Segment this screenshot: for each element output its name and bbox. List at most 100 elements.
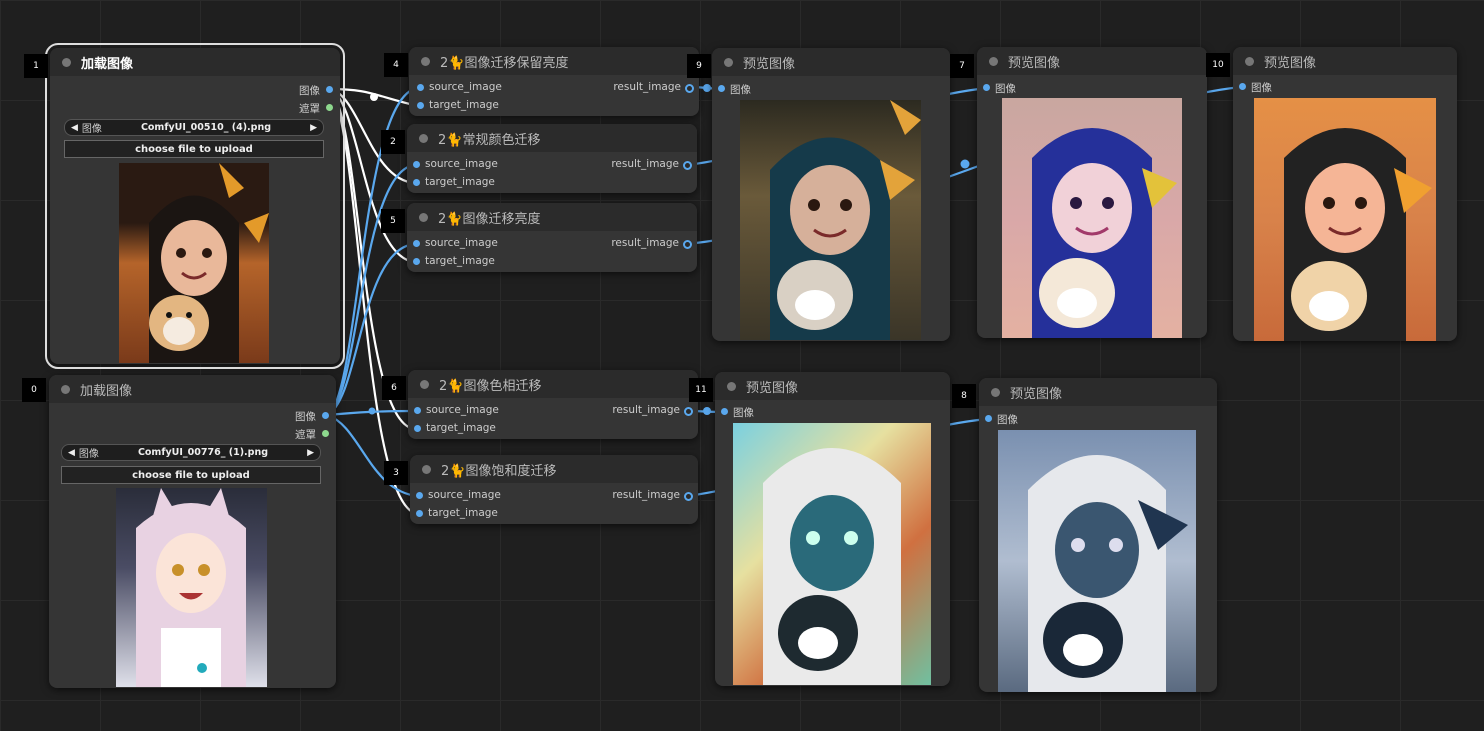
- slot-dot-icon[interactable]: [322, 430, 329, 437]
- output-mask[interactable]: 遮罩: [299, 101, 333, 116]
- girl-dog-image: [149, 163, 269, 363]
- input-source-image[interactable]: source_image: [414, 404, 499, 416]
- transfer-node-4[interactable]: 2🐈图像迁移保留亮度 source_image target_image res…: [409, 47, 699, 116]
- output-mask[interactable]: 遮罩: [295, 427, 329, 442]
- node-title[interactable]: 2🐈图像色相迁移: [408, 370, 698, 398]
- right-arrow-icon[interactable]: ▶: [307, 448, 314, 458]
- slot-dot-icon[interactable]: [322, 412, 329, 419]
- transfer-node-6[interactable]: 2🐈图像色相迁移 source_image target_image resul…: [408, 370, 698, 439]
- slot-dot-icon[interactable]: [414, 407, 421, 414]
- slot-dot-icon[interactable]: [684, 407, 693, 416]
- node-title-text: 预览图像: [1010, 386, 1063, 402]
- collapse-dot-icon[interactable]: [419, 133, 428, 143]
- node-title[interactable]: 2🐈图像迁移保留亮度: [409, 47, 699, 75]
- input-image[interactable]: 图像: [983, 81, 1016, 96]
- node-title[interactable]: 2🐈常规颜色迁移: [407, 124, 697, 152]
- collapse-dot-icon[interactable]: [989, 56, 998, 66]
- collapse-dot-icon[interactable]: [724, 57, 733, 67]
- slot-dot-icon[interactable]: [683, 240, 692, 249]
- catgirl-image: [136, 488, 246, 687]
- output-result-image[interactable]: result_image: [613, 81, 694, 93]
- slot-dot-icon[interactable]: [685, 84, 694, 93]
- slot-dot-icon[interactable]: [1239, 83, 1246, 90]
- preview-node-11[interactable]: 预览图像 图像: [715, 372, 950, 686]
- load-image-node-1[interactable]: 加载图像 图像 遮罩 ◀ 图像 ComfyUI_00510_ (4).png ▶…: [45, 43, 345, 369]
- collapse-dot-icon[interactable]: [422, 464, 431, 474]
- node-title[interactable]: 预览图像: [715, 372, 950, 400]
- collapse-dot-icon[interactable]: [421, 56, 430, 66]
- input-image[interactable]: 图像: [718, 82, 751, 97]
- input-source-image[interactable]: source_image: [413, 158, 498, 170]
- collapse-dot-icon[interactable]: [1245, 56, 1254, 66]
- slot-dot-icon[interactable]: [718, 85, 725, 92]
- output-image[interactable]: 图像: [299, 83, 333, 98]
- input-target-image[interactable]: target_image: [414, 422, 496, 434]
- preview-node-10[interactable]: 预览图像 图像: [1233, 47, 1457, 341]
- upload-button[interactable]: choose file to upload: [64, 140, 324, 158]
- collapse-dot-icon[interactable]: [61, 384, 70, 394]
- slot-dot-icon[interactable]: [983, 84, 990, 91]
- transfer-node-2[interactable]: 2🐈常规颜色迁移 source_image target_image resul…: [407, 124, 697, 193]
- node-title-text: 2🐈图像饱和度迁移: [441, 463, 557, 479]
- image-combo[interactable]: ◀ 图像 ComfyUI_00776_ (1).png ▶: [61, 444, 321, 461]
- slot-dot-icon[interactable]: [416, 492, 423, 499]
- input-image[interactable]: 图像: [985, 412, 1018, 427]
- node-title[interactable]: 加载图像: [50, 48, 340, 76]
- node-title-text: 加载图像: [80, 383, 133, 399]
- output-image[interactable]: 图像: [295, 409, 329, 424]
- collapse-dot-icon[interactable]: [727, 381, 736, 391]
- node-title[interactable]: 预览图像: [977, 47, 1207, 75]
- input-image[interactable]: 图像: [1239, 80, 1272, 95]
- input-source-image[interactable]: source_image: [417, 81, 502, 93]
- collapse-dot-icon[interactable]: [419, 212, 428, 222]
- output-result-image[interactable]: result_image: [611, 158, 692, 170]
- input-source-image[interactable]: source_image: [413, 237, 498, 249]
- node-title[interactable]: 加载图像: [49, 375, 336, 403]
- slot-dot-icon[interactable]: [416, 510, 423, 517]
- load-image-node-0[interactable]: 加载图像 图像 遮罩 ◀ 图像 ComfyUI_00776_ (1).png ▶…: [49, 375, 336, 688]
- upload-button[interactable]: choose file to upload: [61, 466, 321, 484]
- preview-node-8[interactable]: 预览图像 图像: [979, 378, 1217, 692]
- node-title[interactable]: 2🐈图像饱和度迁移: [410, 455, 698, 483]
- slot-dot-icon[interactable]: [684, 492, 693, 501]
- slot-dot-icon[interactable]: [985, 415, 992, 422]
- transfer-node-5[interactable]: 2🐈图像迁移亮度 source_image target_image resul…: [407, 203, 697, 272]
- left-arrow-icon[interactable]: ◀: [68, 448, 75, 458]
- slot-dot-icon[interactable]: [326, 104, 333, 111]
- node-title[interactable]: 预览图像: [712, 48, 950, 76]
- preview-node-7[interactable]: 预览图像 图像: [977, 47, 1207, 338]
- preview-node-9[interactable]: 预览图像 图像: [712, 48, 950, 341]
- input-source-image[interactable]: source_image: [416, 489, 501, 501]
- input-target-image[interactable]: target_image: [413, 176, 495, 188]
- slot-dot-icon[interactable]: [721, 408, 728, 415]
- slot-dot-icon[interactable]: [413, 258, 420, 265]
- input-image[interactable]: 图像: [721, 405, 754, 420]
- slot-dot-icon[interactable]: [326, 86, 333, 93]
- node-title[interactable]: 预览图像: [1233, 47, 1457, 75]
- transfer-node-3[interactable]: 2🐈图像饱和度迁移 source_image target_image resu…: [410, 455, 698, 524]
- input-target-image[interactable]: target_image: [417, 99, 499, 111]
- node-id-badge: 2: [381, 130, 405, 154]
- node-title[interactable]: 预览图像: [979, 378, 1217, 406]
- collapse-dot-icon[interactable]: [62, 57, 71, 67]
- output-result-image[interactable]: result_image: [612, 404, 693, 416]
- collapse-dot-icon[interactable]: [420, 379, 429, 389]
- slot-dot-icon[interactable]: [417, 102, 424, 109]
- slot-dot-icon[interactable]: [683, 161, 692, 170]
- node-title[interactable]: 2🐈图像迁移亮度: [407, 203, 697, 231]
- right-arrow-icon[interactable]: ▶: [310, 123, 317, 133]
- output-result-image[interactable]: result_image: [612, 489, 693, 501]
- image-combo[interactable]: ◀ 图像 ComfyUI_00510_ (4).png ▶: [64, 119, 324, 136]
- collapse-dot-icon[interactable]: [991, 387, 1000, 397]
- left-arrow-icon[interactable]: ◀: [71, 123, 78, 133]
- slot-dot-icon[interactable]: [414, 425, 421, 432]
- preview-image: [733, 423, 931, 685]
- slot-dot-icon[interactable]: [417, 84, 424, 91]
- node-id-badge: 0: [22, 378, 46, 402]
- input-target-image[interactable]: target_image: [416, 507, 498, 519]
- slot-dot-icon[interactable]: [413, 240, 420, 247]
- output-result-image[interactable]: result_image: [611, 237, 692, 249]
- slot-dot-icon[interactable]: [413, 179, 420, 186]
- input-target-image[interactable]: target_image: [413, 255, 495, 267]
- slot-dot-icon[interactable]: [413, 161, 420, 168]
